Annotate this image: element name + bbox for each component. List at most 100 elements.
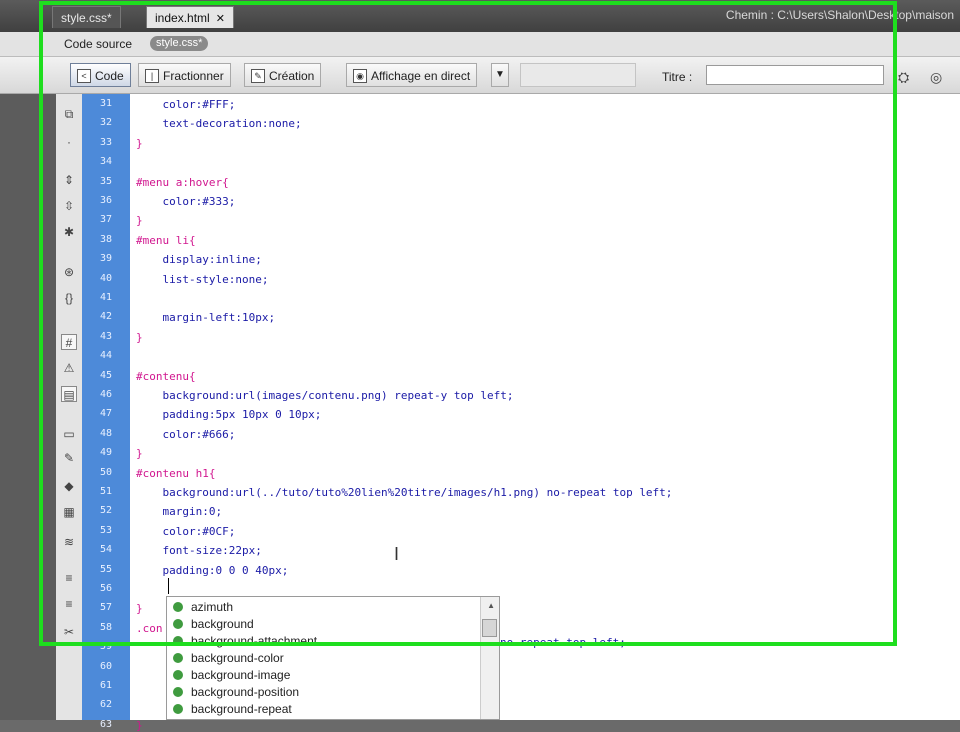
live-view-label: Affichage en direct: [371, 69, 471, 83]
line-number-gutter: 31 32 33 34 35 36 37 38 39 40 41 42 43 44 45 46 47 48 49 50…: [82, 94, 130, 730]
line-number: 57: [99, 602, 112, 614]
code-hint-item[interactable]: background-color: [173, 650, 284, 667]
format-source-icon[interactable]: ✂: [61, 624, 77, 640]
open-documents-icon[interactable]: ⧉: [61, 106, 77, 122]
file-path: Chemin : C:\Users\Shalon\Desktop\maison: [725, 8, 954, 22]
line-number: 48: [99, 427, 112, 439]
code-view-label: Code: [95, 69, 124, 83]
recent-snippets-icon[interactable]: ▦: [61, 504, 77, 520]
line-number: 60: [99, 660, 112, 672]
code-hint-label: background-position: [191, 685, 300, 699]
line-numbers-icon[interactable]: #: [61, 334, 77, 350]
syntax-coloring-icon[interactable]: ▤: [61, 386, 77, 402]
remove-comment-icon[interactable]: ✎: [61, 450, 77, 466]
code-hint-item[interactable]: background: [173, 616, 254, 633]
collapse-selection-icon[interactable]: ⇳: [61, 198, 77, 214]
line-number: 39: [99, 253, 112, 265]
css-property-icon: [173, 704, 183, 714]
scrollbar-thumb[interactable]: [482, 619, 497, 637]
live-view-button[interactable]: ◉ Affichage en direct: [346, 63, 478, 87]
popup-scrollbar[interactable]: ▲: [480, 597, 499, 719]
code-line: text-decoration:none;: [136, 117, 302, 131]
live-view-icon: ◉: [353, 69, 367, 83]
related-file-style-css[interactable]: style.css*: [150, 36, 209, 51]
code-line: padding:0 0 0 40px;: [136, 563, 289, 577]
line-number: 59: [99, 641, 112, 653]
move-css-icon[interactable]: ≋: [61, 534, 77, 550]
tab-style-css[interactable]: style.css*: [52, 6, 121, 28]
line-number: 55: [99, 563, 112, 575]
css-property-icon: [173, 670, 183, 680]
left-panel-edge: [0, 56, 56, 720]
code-hint-item[interactable]: background-attachment: [173, 633, 317, 650]
code-hint-label: background-image: [191, 668, 291, 682]
wrap-tag-icon[interactable]: ◆: [61, 478, 77, 494]
line-number: 37: [99, 214, 112, 226]
code-hint-label: background-repeat: [191, 702, 292, 716]
code-hint-item[interactable]: background-repeat: [173, 701, 292, 718]
code-view-button[interactable]: < Code: [70, 63, 131, 87]
line-number: 56: [99, 583, 112, 594]
code-hint-label: background: [191, 617, 254, 631]
code-hint-item[interactable]: azimuth: [173, 599, 233, 616]
select-parent-tag-icon[interactable]: ⊛: [61, 264, 77, 280]
split-view-button[interactable]: | Fractionner: [138, 63, 231, 87]
show-code-navigator-icon[interactable]: ·: [61, 134, 77, 150]
line-number: 63: [99, 718, 112, 730]
line-number: 43: [99, 330, 112, 342]
close-icon[interactable]: ✕: [216, 13, 225, 25]
collapse-tag-icon[interactable]: ⇕: [61, 172, 77, 188]
tab-label: index.html: [155, 11, 210, 25]
code-line: }: [136, 136, 143, 150]
code-line: }: [136, 718, 143, 732]
code-line: display:inline;: [136, 253, 262, 267]
live-view-dropdown[interactable]: ▼: [491, 63, 509, 87]
code-line: background:url(images/contenu.png) repea…: [136, 389, 514, 402]
text-cursor: [168, 578, 169, 594]
code-hint-item[interactable]: background-position: [173, 684, 299, 701]
indent-code-icon[interactable]: ≡: [61, 570, 77, 586]
title-label: Titre :: [662, 70, 693, 84]
source-code-link[interactable]: Code source: [64, 37, 132, 51]
design-view-button[interactable]: ✎ Création: [244, 63, 322, 87]
line-number: 46: [99, 389, 112, 400]
outdent-code-icon[interactable]: ≡: [61, 596, 77, 612]
code-icon: <: [77, 69, 91, 83]
expand-all-icon[interactable]: ✱: [61, 224, 77, 240]
line-number: 32: [99, 117, 112, 129]
browser-check-icon[interactable]: ⛭: [898, 69, 909, 86]
highlight-invalid-icon[interactable]: ⚠: [61, 360, 77, 376]
code-hint-label: azimuth: [191, 600, 234, 614]
line-number: 35: [99, 175, 112, 187]
code-line: color:#333;: [136, 195, 236, 208]
document-toolbar: < Code | Fractionner ✎ Création ◉ Affichage …: [0, 57, 960, 94]
line-number: 41: [99, 292, 112, 303]
coding-toolbar: ⧉ · ⇕ ⇳ ✱ ⊛ {} # ⚠ ▤ ▭ ✎ ◆ ▦ ≋ ≡ ≡ ✂: [56, 94, 83, 720]
design-view-label: Création: [269, 69, 315, 83]
code-line: #contenu h1{: [136, 466, 216, 480]
code-hint-label: background-color: [191, 651, 284, 665]
code-line: #contenu{: [136, 369, 196, 383]
preview-globe-icon[interactable]: ◎: [930, 69, 942, 86]
document-tab-bar: style.css* index.html ✕ Chemin : C:\Users…: [0, 0, 960, 32]
code-hint-label: background-attachment: [191, 634, 318, 648]
line-number: 42: [99, 311, 112, 323]
code-hint-item[interactable]: background-image: [173, 667, 290, 684]
code-line: background:url(../tuto/tuto%20lien%20tit…: [136, 486, 673, 499]
scroll-up-icon[interactable]: ▲: [487, 601, 495, 610]
tab-index-html[interactable]: index.html ✕: [146, 6, 234, 28]
code-line: }: [136, 214, 143, 228]
line-number: 34: [99, 156, 112, 168]
code-line: }: [136, 447, 143, 461]
line-number: 54: [99, 544, 112, 556]
line-number: 44: [99, 350, 112, 362]
code-line: font-size:22px;: [136, 544, 262, 558]
balance-braces-icon[interactable]: {}: [61, 290, 77, 306]
code-line: margin-left:10px;: [136, 311, 276, 325]
title-input[interactable]: [706, 65, 884, 85]
disabled-toolbar-button: [520, 63, 636, 87]
apply-comment-icon[interactable]: ▭: [61, 426, 77, 442]
css-property-icon: [173, 687, 183, 697]
split-icon: |: [145, 69, 159, 83]
line-number: 58: [99, 621, 112, 633]
